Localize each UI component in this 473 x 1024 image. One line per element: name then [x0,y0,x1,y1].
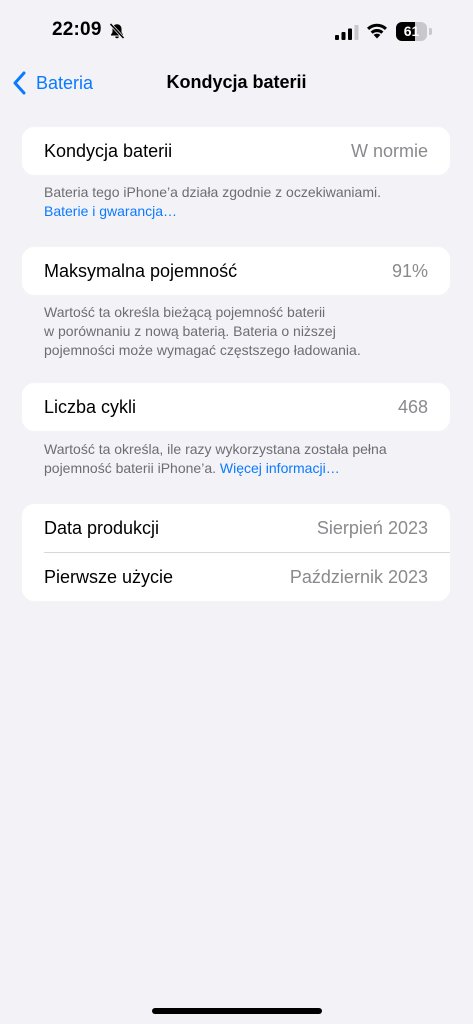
max-capacity-value: 91% [391,260,428,281]
cycle-count-label: Liczba cykli [44,396,137,417]
battery-condition-label: Kondycja baterii [44,140,173,161]
footnote-line: Wartość ta określa, ile razy wykorzystan… [44,441,387,457]
cycle-count-card: Liczba cykli 468 [22,383,450,431]
first-use-row: Pierwsze użycie Październik 2023 [22,553,450,601]
battery-icon: 61 [396,22,432,41]
footnote-line: w porównaniu z nową baterią. Bateria o n… [44,323,336,339]
page-title: Kondycja baterii [166,72,307,92]
max-capacity-row: Maksymalna pojemność 91% [22,247,450,295]
max-capacity-footnote: Wartość ta określa bieżącą pojemność bat… [44,303,424,360]
battery-tip [429,28,432,35]
footnote-line: Wartość ta określa bieżącą pojemność bat… [44,304,326,320]
footnote-line: pojemności może wymagać częstszego ładow… [44,342,361,358]
more-info-link[interactable]: Więcej informacji… [220,460,340,476]
footnote-text: Bateria tego iPhone’a działa zgodnie z o… [44,184,381,200]
wifi-icon [367,23,387,39]
battery-condition-footnote: Bateria tego iPhone’a działa zgodnie z o… [44,183,424,221]
battery-level: 61 [403,23,420,39]
battery-health-screen: 22:09 61 Bateria Kondycja baterii Kondyc… [0,0,473,1024]
footnote-line-with-link: pojemność baterii iPhone’a. Więcej infor… [44,459,424,478]
battery-body: 61 [396,22,427,41]
status-time: 22:09 [52,19,102,40]
footnote-text: pojemność baterii iPhone’a. [44,460,216,476]
battery-warranty-link[interactable]: Baterie i gwarancja… [44,202,424,221]
battery-condition-card: Kondycja baterii W normie [22,127,450,175]
cellular-signal-icon [335,25,359,40]
manufacture-date-label: Data produkcji [44,517,160,538]
navigation-bar: Bateria Kondycja baterii [0,60,473,106]
cycle-count-value: 468 [397,396,428,417]
status-bar: 22:09 61 [0,0,473,60]
first-use-value: Październik 2023 [289,566,428,587]
dates-card: Data produkcji Sierpień 2023 Pierwsze uż… [22,504,450,601]
cycle-count-footnote: Wartość ta określa, ile razy wykorzystan… [44,440,424,478]
max-capacity-card: Maksymalna pojemność 91% [22,247,450,295]
home-indicator[interactable] [152,1008,322,1014]
cycle-count-row: Liczba cykli 468 [22,383,450,431]
first-use-label: Pierwsze użycie [44,566,174,587]
max-capacity-label: Maksymalna pojemność [44,260,238,281]
manufacture-date-row: Data produkcji Sierpień 2023 [22,504,450,552]
battery-condition-row: Kondycja baterii W normie [22,127,450,175]
manufacture-date-value: Sierpień 2023 [316,517,428,538]
bell-slash-icon [109,22,125,40]
battery-condition-value: W normie [350,140,428,161]
